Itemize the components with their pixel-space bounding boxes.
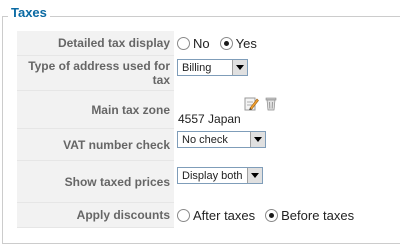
row-main-tax-zone: Main tax zone 4557 Japan xyxy=(17,91,400,129)
radio-circle[interactable] xyxy=(265,209,279,222)
row-show-taxed-prices: Show taxed prices Display both xyxy=(17,161,400,203)
row-detailed-tax-display: Detailed tax display No Yes xyxy=(17,31,400,56)
radio-circle[interactable] xyxy=(219,37,233,50)
taxed-prices-select[interactable]: Display both xyxy=(177,167,263,184)
address-type-select[interactable]: Billing xyxy=(177,59,248,76)
radio-circle[interactable] xyxy=(177,209,190,222)
vat-check-select[interactable]: No check xyxy=(177,131,266,148)
row-vat-number-check: VAT number check No check xyxy=(17,129,400,161)
row-label: Main tax zone xyxy=(17,91,174,129)
radio-before-taxes[interactable]: Before taxes xyxy=(265,208,354,223)
row-label: Type of address used for tax xyxy=(17,56,174,91)
row-label: Apply discounts xyxy=(17,203,174,228)
radio-yes[interactable]: Yes xyxy=(219,36,257,51)
chevron-down-icon[interactable] xyxy=(250,132,265,147)
tax-zone-value: 4557 Japan xyxy=(178,112,241,126)
row-label: Detailed tax display xyxy=(17,31,174,56)
row-value: 4557 Japan xyxy=(177,91,400,129)
radio-no[interactable]: No xyxy=(177,36,210,51)
row-value: No Yes xyxy=(177,31,400,56)
row-value: No check xyxy=(177,129,400,163)
radio-label: No xyxy=(193,36,210,51)
radio-after-taxes[interactable]: After taxes xyxy=(177,208,255,223)
row-value: Display both xyxy=(177,161,400,209)
radio-label: Yes xyxy=(235,36,257,51)
row-label: VAT number check xyxy=(17,129,174,161)
edit-icon[interactable] xyxy=(244,96,259,111)
row-type-of-address: Type of address used for tax Billing xyxy=(17,56,400,91)
radio-label: After taxes xyxy=(193,208,256,223)
chevron-down-icon[interactable] xyxy=(247,168,262,183)
radio-circle[interactable] xyxy=(177,37,190,50)
row-value: Billing xyxy=(177,56,400,94)
radio-label: Before taxes xyxy=(281,208,355,223)
section-legend: Taxes xyxy=(8,5,50,20)
delete-icon[interactable] xyxy=(265,96,277,111)
row-apply-discounts: Apply discounts After taxes Before taxes xyxy=(17,203,400,228)
chevron-down-icon[interactable] xyxy=(232,60,247,75)
row-value: After taxes Before taxes xyxy=(177,203,400,228)
row-label: Show taxed prices xyxy=(17,161,174,203)
